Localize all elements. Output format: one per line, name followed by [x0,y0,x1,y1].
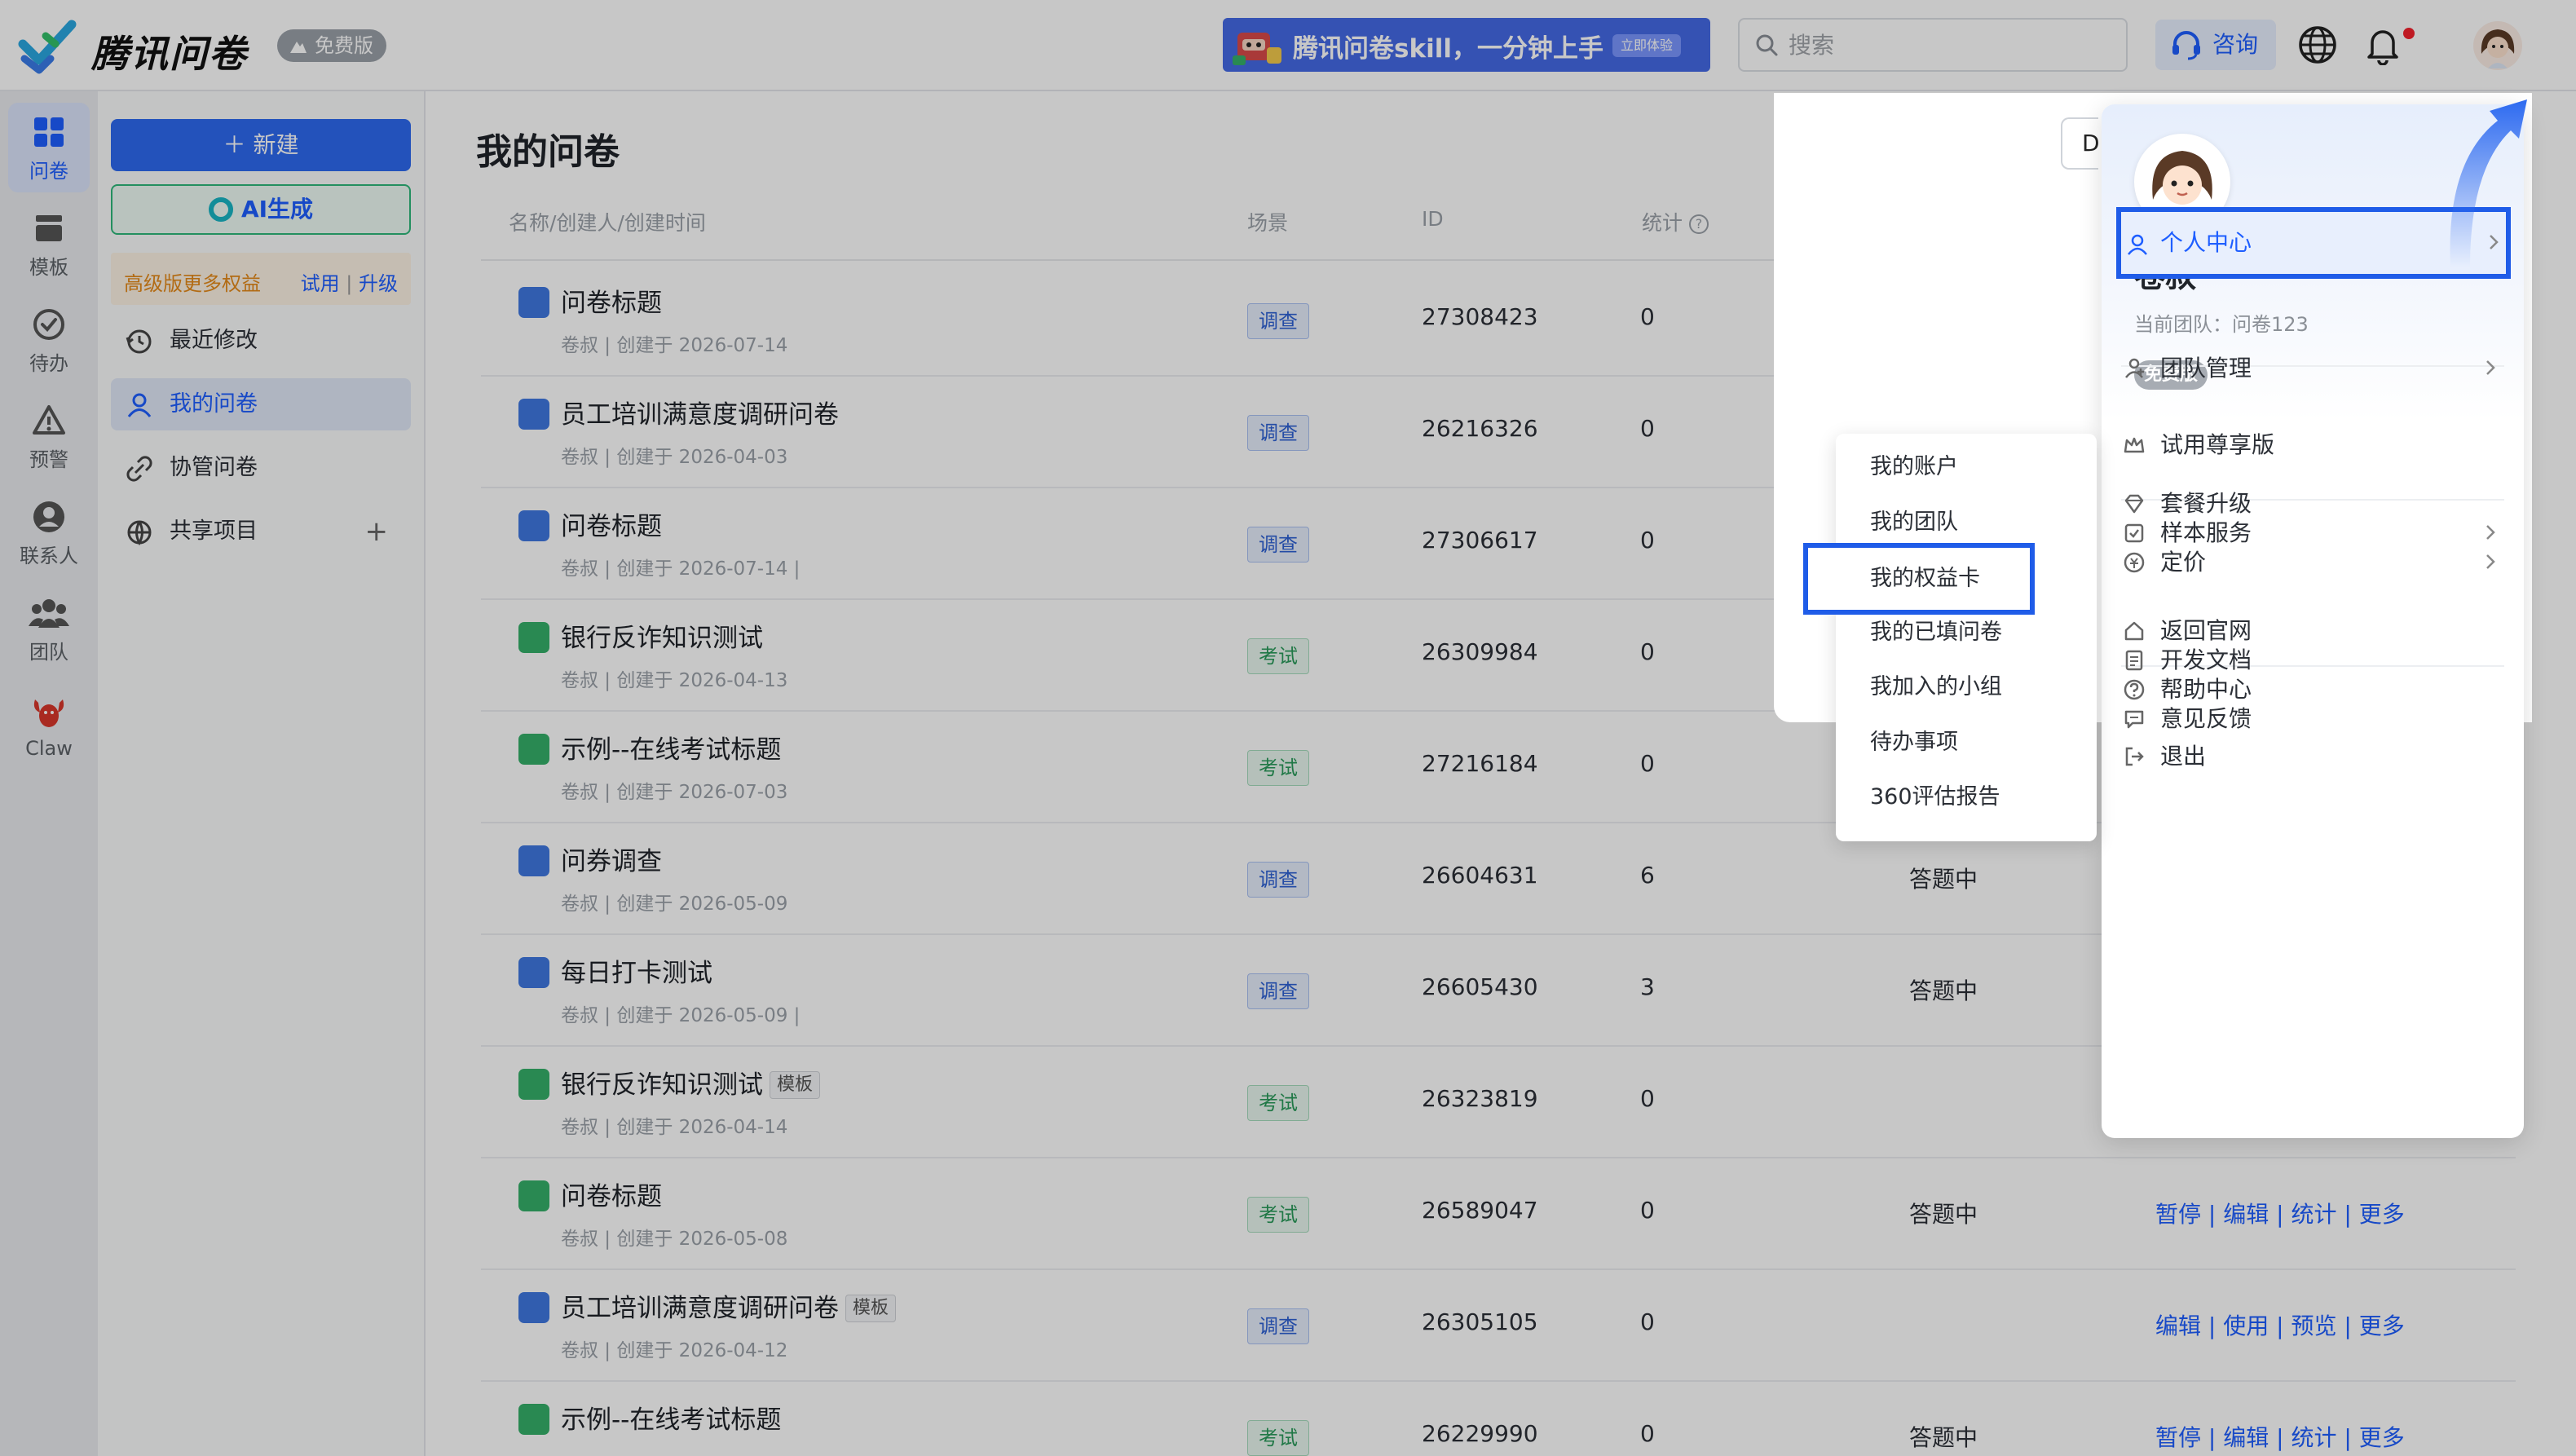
pointer-arrow-icon [2437,88,2535,276]
menu-item-label: 试用尊享版 [2160,431,2275,458]
menu-item-label: 退出 [2160,743,2207,770]
menu-item-logout[interactable]: 退出 [2102,727,2524,786]
submenu-item[interactable]: 360评估报告 [1836,770,2097,824]
submenu-item[interactable]: 我的权益卡 [1803,543,2035,615]
current-team: 当前团队：问卷123 [2134,313,2309,336]
menu-item-label: 个人中心 [2160,229,2252,256]
price-icon [2123,551,2146,574]
user-icon [2126,233,2149,256]
menu-item-crown[interactable]: 试用尊享版 [2102,416,2524,474]
panel-button[interactable]: D [2061,117,2100,170]
profile-submenu: 我的账户 我的团队 我的权益卡 我的已填问卷 我加入的小组 待办事项 360评估报告 [1803,434,2097,841]
submenu-item[interactable]: 我的已填问卷 [1836,606,2097,660]
menu-item-team-manage[interactable]: 团队管理 [2102,339,2524,398]
submenu-item[interactable]: 我的账户 [1836,440,2097,494]
submenu-item[interactable]: 待办事项 [1836,716,2097,770]
menu-item-price[interactable]: 定价 [2102,533,2524,592]
chevron-right-icon [2481,359,2499,377]
submenu-item[interactable]: 我加入的小组 [1836,660,2097,714]
logout-icon [2123,745,2146,768]
menu-item-label: 定价 [2160,549,2207,576]
submenu-item[interactable]: 我的团队 [1836,496,2097,549]
crown-icon [2123,434,2146,457]
chevron-right-icon [2481,553,2499,571]
team-manage-icon [2123,357,2146,380]
menu-item-label: 团队管理 [2160,355,2252,382]
